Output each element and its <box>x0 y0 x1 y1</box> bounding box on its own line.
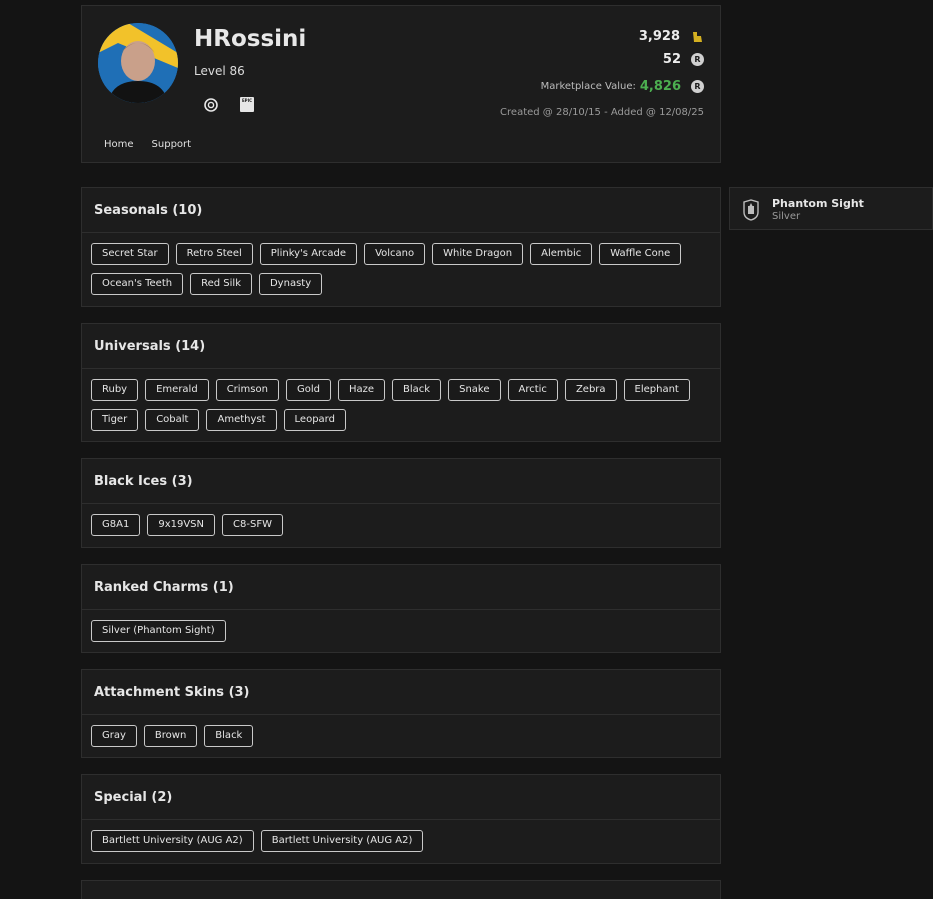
credits-row: 52 R <box>663 52 704 67</box>
chip-list: Silver (Phantom Sight) <box>82 610 720 642</box>
chip[interactable]: Gray <box>91 725 137 747</box>
chip[interactable]: Ocean's Teeth <box>91 273 184 295</box>
section-title: Ranked Charms (1) <box>82 565 720 610</box>
chip[interactable]: Black <box>204 725 254 747</box>
epic-icon-text: EPIC <box>241 98 253 103</box>
chip[interactable]: Alembic <box>530 243 593 265</box>
chip[interactable]: Cobalt <box>145 409 200 431</box>
chip[interactable]: Black <box>392 379 442 401</box>
renown-value: 3,928 <box>638 29 680 44</box>
section-title: Seasonals (10) <box>82 188 720 233</box>
profile-card: HRossini Level 86 EPIC 3,928 52 R Market… <box>81 5 721 163</box>
ubisoft-icon[interactable] <box>204 98 218 112</box>
r6-credits-icon: R <box>691 80 704 93</box>
charm-subtitle: Silver <box>772 211 801 222</box>
chip[interactable]: Bartlett University (AUG A2) <box>260 830 424 852</box>
chip[interactable]: Haze <box>337 379 386 401</box>
chip[interactable]: Plinky's Arcade <box>259 243 358 265</box>
avatar <box>98 23 178 103</box>
renown-icon <box>693 31 702 42</box>
section-title: Attachment Skins (3) <box>82 670 720 715</box>
chip[interactable]: White Dragon <box>432 243 524 265</box>
credits-value: 52 <box>662 52 681 67</box>
chip[interactable]: G8A1 <box>91 514 141 536</box>
chip-list: Bartlett University (AUG A2) Bartlett Un… <box>82 820 720 852</box>
marketplace-label: Marketplace Value: <box>540 81 636 92</box>
chip-list: Ruby Emerald Crimson Gold Haze Black Sna… <box>82 369 720 431</box>
chip[interactable]: 9x19VSN <box>147 514 216 536</box>
chip[interactable]: Leopard <box>283 409 346 431</box>
chip[interactable]: Brown <box>143 725 198 747</box>
chip[interactable]: Emerald <box>145 379 209 401</box>
chip[interactable]: Silver (Phantom Sight) <box>91 620 226 642</box>
nav-home[interactable]: Home <box>104 139 134 150</box>
chip[interactable]: Ruby <box>91 379 139 401</box>
section-title: Universals (14) <box>82 324 720 369</box>
nav-support[interactable]: Support <box>152 139 192 150</box>
chip[interactable]: Secret Star <box>91 243 169 265</box>
section-ranked-charms: Ranked Charms (1) Silver (Phantom Sight) <box>81 564 721 653</box>
marketplace-row: Marketplace Value: 4,826 R <box>541 79 704 94</box>
chip-list: G8A1 9x19VSN C8-SFW <box>82 504 720 536</box>
charm-title: Phantom Sight <box>772 197 864 210</box>
chip[interactable]: Dynasty <box>258 273 323 295</box>
r6-credits-icon: R <box>691 53 704 66</box>
section-cut-off <box>81 880 721 899</box>
chip[interactable]: Volcano <box>364 243 426 265</box>
section-universals: Universals (14) Ruby Emerald Crimson Gol… <box>81 323 721 442</box>
renown-row: 3,928 <box>639 29 704 44</box>
section-title: Special (2) <box>82 775 720 820</box>
chip[interactable]: Zebra <box>564 379 617 401</box>
profile-nav: Home Support <box>104 139 191 150</box>
chip[interactable]: Red Silk <box>190 273 252 295</box>
rank-badge-icon <box>743 199 759 221</box>
account-dates: Created @ 28/10/15 - Added @ 12/08/25 <box>500 107 704 118</box>
section-black-ices: Black Ices (3) G8A1 9x19VSN C8-SFW <box>81 458 721 548</box>
epic-games-icon[interactable]: EPIC <box>240 97 254 112</box>
chip[interactable]: Elephant <box>623 379 690 401</box>
chip[interactable]: Waffle Cone <box>599 243 682 265</box>
chip[interactable]: Snake <box>448 379 501 401</box>
chip[interactable]: Crimson <box>215 379 279 401</box>
section-title: Black Ices (3) <box>82 459 720 504</box>
chip[interactable]: Retro Steel <box>175 243 253 265</box>
chip-list: Secret Star Retro Steel Plinky's Arcade … <box>82 233 720 295</box>
chip[interactable]: Gold <box>285 379 331 401</box>
section-special: Special (2) Bartlett University (AUG A2)… <box>81 774 721 864</box>
section-seasonals: Seasonals (10) Secret Star Retro Steel P… <box>81 187 721 307</box>
username: HRossini <box>194 26 307 52</box>
chip-list: Gray Brown Black <box>82 715 720 747</box>
chip[interactable]: Tiger <box>91 409 139 431</box>
section-attachment-skins: Attachment Skins (3) Gray Brown Black <box>81 669 721 758</box>
marketplace-value: 4,826 <box>639 79 681 94</box>
ranked-charm-card[interactable]: Phantom Sight Silver <box>729 187 933 230</box>
chip[interactable]: Amethyst <box>206 409 277 431</box>
level-label: Level 86 <box>194 64 245 78</box>
chip[interactable]: C8-SFW <box>222 514 283 536</box>
chip[interactable]: Bartlett University (AUG A2) <box>91 830 254 852</box>
chip[interactable]: Arctic <box>507 379 558 401</box>
